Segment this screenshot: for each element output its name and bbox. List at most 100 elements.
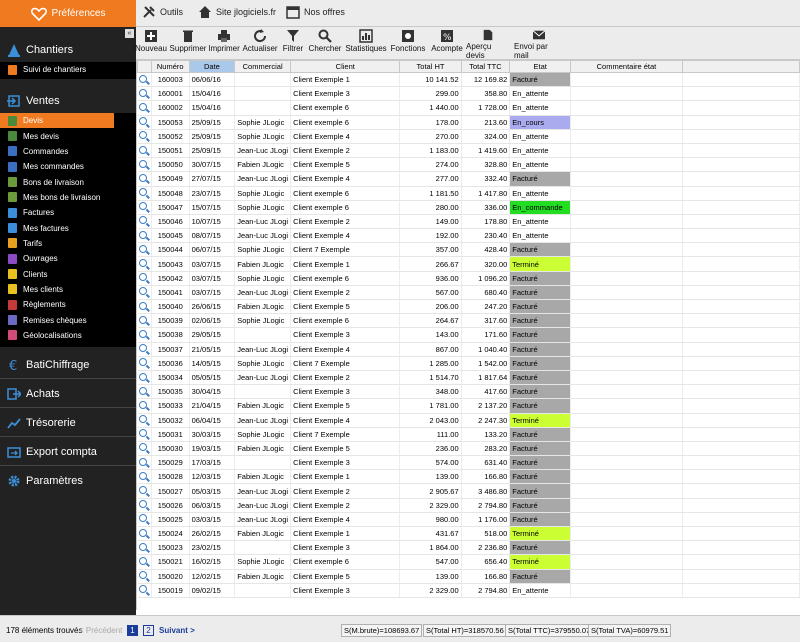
column-header-numero[interactable]: Numéro: [150, 60, 190, 73]
magnifier-icon[interactable]: [138, 528, 147, 537]
table-row[interactable]: 150041 03/07/15 Jean-Luc JLogi Client Exemp…: [137, 285, 800, 301]
row-open-cell[interactable]: [137, 285, 152, 301]
table-row[interactable]: 150035 30/04/15 Client Exemple 3 348.00 417.…: [137, 384, 800, 400]
sidebar-item-devis[interactable]: Devis: [0, 113, 114, 129]
magnifier-icon[interactable]: [138, 386, 147, 395]
magnifier-icon[interactable]: [138, 500, 147, 509]
row-open-cell[interactable]: [137, 72, 152, 88]
table-row[interactable]: 160002 15/04/16 Client exemple 61 440.00 1 …: [137, 100, 800, 116]
sidebar-section-ventes[interactable]: Ventes: [0, 88, 136, 114]
row-open-cell[interactable]: [137, 299, 152, 315]
column-header-total-ttc[interactable]: Total TTC: [460, 60, 511, 73]
magnifier-icon[interactable]: [138, 400, 147, 409]
table-row[interactable]: 150024 26/02/15 Fabien JLogic Client Exempl…: [137, 526, 800, 542]
magnifier-icon[interactable]: [138, 117, 147, 126]
row-open-cell[interactable]: [137, 512, 152, 528]
table-row[interactable]: 150049 27/07/15 Jean-Luc JLogi Client Exemp…: [137, 171, 800, 187]
row-open-cell[interactable]: [137, 583, 152, 598]
acompte-button[interactable]: % Acompte: [430, 27, 464, 60]
row-open-cell[interactable]: [137, 171, 152, 187]
row-open-cell[interactable]: [137, 256, 152, 272]
row-open-cell[interactable]: [137, 327, 152, 343]
magnifier-icon[interactable]: [138, 344, 147, 353]
row-open-cell[interactable]: [137, 313, 152, 329]
table-row[interactable]: 150046 10/07/15 Jean-Luc JLogi Client Exemp…: [137, 214, 800, 230]
offres-link[interactable]: Nos offres: [286, 5, 345, 19]
magnifier-icon[interactable]: [138, 471, 147, 480]
table-row[interactable]: 160001 15/04/16 Client Exemple 3 299.00 358.…: [137, 86, 800, 102]
page-2-button[interactable]: 2: [143, 625, 154, 636]
magnifier-icon[interactable]: [138, 230, 147, 239]
magnifier-icon[interactable]: [138, 429, 147, 438]
sidebar-item-geolocalisations[interactable]: Géolocalisations: [0, 328, 136, 343]
chercher-button[interactable]: Chercher: [308, 27, 342, 60]
magnifier-icon[interactable]: [138, 88, 147, 97]
row-open-cell[interactable]: [137, 526, 152, 542]
magnifier-icon[interactable]: [138, 301, 147, 310]
magnifier-icon[interactable]: [138, 216, 147, 225]
table-row[interactable]: 150047 15/07/15 Sophie JLogic Client exempl…: [137, 200, 800, 215]
magnifier-icon[interactable]: [138, 173, 147, 182]
table-row[interactable]: 150030 19/03/15 Fabien JLogic Client Exempl…: [137, 441, 800, 457]
magnifier-icon[interactable]: [138, 571, 147, 580]
row-open-cell[interactable]: [137, 242, 152, 258]
next-page-link[interactable]: Suivant >: [159, 626, 195, 635]
page-1-button[interactable]: 1: [127, 625, 138, 636]
sidebar-item-mes-clients[interactable]: Mes clients: [0, 282, 136, 297]
table-row[interactable]: 150028 12/03/15 Fabien JLogic Client Exempl…: [137, 469, 800, 485]
row-open-cell[interactable]: [137, 540, 152, 556]
sidebar-item-bons-livraison[interactable]: Bons de livraison: [0, 174, 136, 189]
row-open-cell[interactable]: [137, 115, 152, 130]
sidebar-section-chantiers[interactable]: Chantiers: [0, 37, 136, 63]
table-row[interactable]: 150031 30/03/15 Sophie JLogic Client 7 Exem…: [137, 427, 800, 442]
row-open-cell[interactable]: [137, 356, 152, 371]
fonctions-button[interactable]: Fonctions: [390, 27, 426, 60]
table-row[interactable]: 150040 26/06/15 Fabien JLogic Client Exempl…: [137, 299, 800, 315]
filtrer-button[interactable]: Filtrer: [281, 27, 305, 60]
table-row[interactable]: 150038 29/05/15 Client Exemple 3 143.00 171.…: [137, 327, 800, 343]
magnifier-icon[interactable]: [138, 585, 147, 594]
magnifier-icon[interactable]: [138, 188, 147, 197]
magnifier-icon[interactable]: [138, 443, 147, 452]
actualiser-button[interactable]: Actualiser: [242, 27, 278, 60]
table-row[interactable]: 150036 14/05/15 Sophie JLogic Client 7 Exem…: [137, 356, 800, 371]
sidebar-item-tarifs[interactable]: Tarifs: [0, 236, 136, 251]
table-row[interactable]: 150043 03/07/15 Fabien JLogic Client Exempl…: [137, 256, 800, 272]
sidebar-section-tresorerie[interactable]: Trésorerie: [0, 410, 136, 436]
magnifier-icon[interactable]: [138, 514, 147, 523]
table-row[interactable]: 150052 25/09/15 Sophie JLogic Client Exempl…: [137, 129, 800, 144]
magnifier-icon[interactable]: [138, 415, 147, 424]
sidebar-section-achats[interactable]: Achats: [0, 381, 136, 407]
row-open-cell[interactable]: [137, 498, 152, 513]
table-row[interactable]: 150034 05/05/15 Jean-Luc JLogi Client Exemp…: [137, 370, 800, 386]
site-link[interactable]: Site jlogiciels.fr: [198, 5, 276, 19]
magnifier-icon[interactable]: [138, 287, 147, 296]
magnifier-icon[interactable]: [138, 202, 147, 211]
sidebar-section-export-compta[interactable]: Export compta: [0, 439, 136, 465]
table-row[interactable]: 150037 21/05/15 Jean-Luc JLogi Client Exemp…: [137, 342, 800, 357]
sidebar-item-reglements[interactable]: Règlements: [0, 297, 136, 312]
row-open-cell[interactable]: [137, 228, 152, 244]
row-open-cell[interactable]: [137, 186, 152, 201]
sidebar-item-mes-factures[interactable]: Mes factures: [0, 220, 136, 235]
row-open-cell[interactable]: [137, 370, 152, 386]
sidebar-section-batichiffrage[interactable]: € BatiChiffrage: [0, 352, 136, 378]
row-open-cell[interactable]: [137, 86, 152, 102]
magnifier-icon[interactable]: [138, 457, 147, 466]
row-open-cell[interactable]: [137, 427, 152, 442]
statistiques-button[interactable]: Statistiques: [344, 27, 388, 60]
table-row[interactable]: 150027 05/03/15 Jean-Luc JLogi Client Exemp…: [137, 483, 800, 499]
magnifier-icon[interactable]: [138, 273, 147, 282]
magnifier-icon[interactable]: [138, 74, 147, 83]
table-row[interactable]: 150020 12/02/15 Fabien JLogic Client Exempl…: [137, 569, 800, 584]
magnifier-icon[interactable]: [138, 259, 147, 268]
table-row[interactable]: 150050 30/07/15 Fabien JLogic Client Exempl…: [137, 157, 800, 173]
table-row[interactable]: 150023 23/02/15 Client Exemple 31 864.00 2 …: [137, 540, 800, 556]
column-header-etat[interactable]: Etat: [509, 60, 572, 73]
row-open-cell[interactable]: [137, 469, 152, 485]
table-row[interactable]: 160003 06/06/16 Client Exemple 1 10 141.52 1…: [137, 72, 800, 88]
table-row[interactable]: 150045 08/07/15 Jean-Luc JLogi Client Exemp…: [137, 228, 800, 244]
sidebar-item-ouvrages[interactable]: Ouvrages: [0, 251, 136, 266]
table-row[interactable]: 150051 25/09/15 Jean-Luc JLogi Client Exemp…: [137, 143, 800, 159]
magnifier-icon[interactable]: [138, 244, 147, 253]
